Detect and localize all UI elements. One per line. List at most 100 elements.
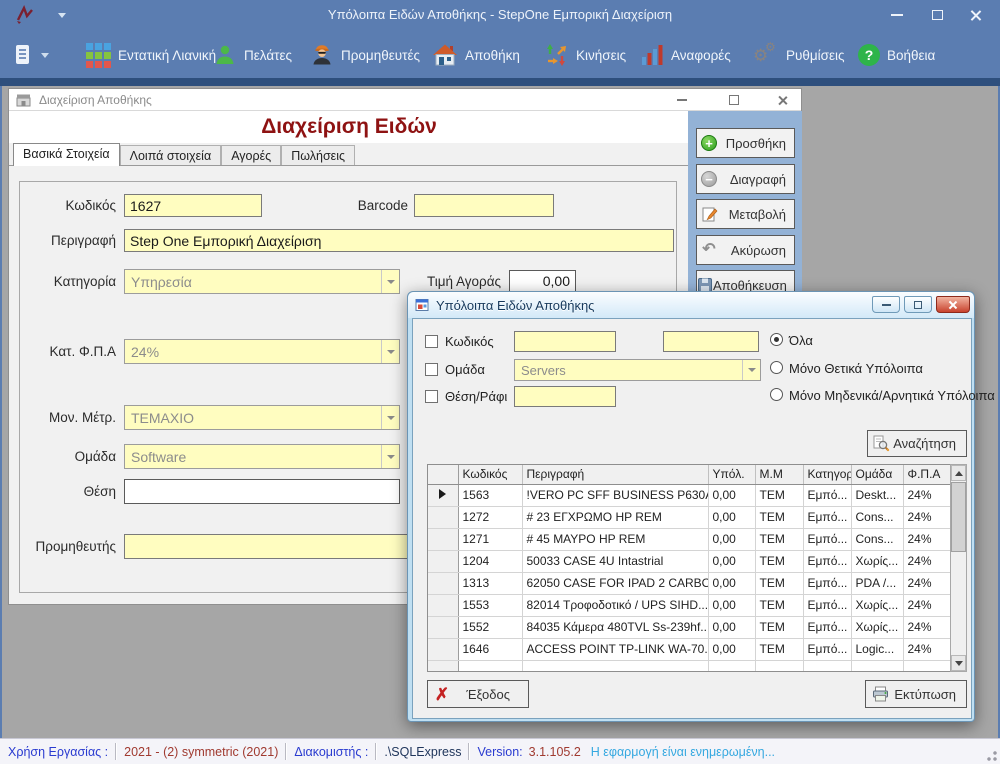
- toolbar-item-retail[interactable]: Εντατική Λιανική: [86, 38, 216, 72]
- maximize-button[interactable]: [920, 0, 954, 30]
- grid-cell[interactable]: 0,00: [708, 594, 755, 616]
- grid-cell[interactable]: Cons...: [851, 506, 903, 528]
- column-header[interactable]: Κωδικός: [458, 465, 522, 484]
- grid-cell[interactable]: 50033 CASE 4U Intastrial: [522, 550, 708, 572]
- grid-cell[interactable]: Εμπό...: [803, 506, 851, 528]
- minimize-button[interactable]: [880, 0, 914, 30]
- unit-dropdown[interactable]: ΤΕΜΑΧΙΟ: [124, 405, 400, 430]
- grid-cell[interactable]: 24%: [903, 572, 951, 594]
- grid-cell[interactable]: 1646: [458, 638, 522, 660]
- table-row[interactable]: 1646 ACCESS POINT TP-LINK WA-70... 0,00 …: [428, 638, 951, 660]
- table-row[interactable]: 1563 !VERO PC SFF BUSINESS P630A 0,00 ΤΕ…: [428, 484, 951, 506]
- group-filter-dropdown-button[interactable]: [742, 360, 760, 380]
- grid-cell[interactable]: ΤΕΜ: [755, 528, 803, 550]
- grid-cell[interactable]: ΤΕΜ: [755, 506, 803, 528]
- grid-cell[interactable]: 24%: [903, 506, 951, 528]
- grid-cell[interactable]: 0,00: [708, 484, 755, 506]
- scroll-down-button[interactable]: [951, 655, 966, 671]
- grid-cell[interactable]: 0,00: [708, 616, 755, 638]
- grid-cell[interactable]: Χωρίς...: [851, 616, 903, 638]
- add-button[interactable]: + Προσθήκη: [696, 128, 795, 158]
- grid-cell[interactable]: !VERO PC SFF BUSINESS P630A: [522, 484, 708, 506]
- cancel-button[interactable]: ↶ Ακύρωση: [696, 235, 795, 265]
- column-header[interactable]: Μ.Μ: [755, 465, 803, 484]
- group-dropdown-button[interactable]: [381, 445, 399, 468]
- toolbar-item-help[interactable]: ? Βοήθεια: [858, 38, 935, 72]
- grid-cell[interactable]: Εμπό...: [803, 594, 851, 616]
- shelf-filter-checkbox[interactable]: [425, 390, 438, 403]
- shelf-input[interactable]: [514, 386, 616, 407]
- radio-all[interactable]: [770, 333, 783, 346]
- grid-cell[interactable]: 62050 CASE FOR IPAD 2 CARBON: [522, 572, 708, 594]
- edit-button[interactable]: Μεταβολή: [696, 199, 795, 229]
- exit-button[interactable]: ✗ Έξοδος: [427, 680, 529, 708]
- grid-cell[interactable]: 0,00: [708, 528, 755, 550]
- grid-cell[interactable]: 82014 Τροφοδοτικό / UPS SIHD...: [522, 594, 708, 616]
- grid-cell[interactable]: 84035 Κάμερα 480TVL Ss-239hf...: [522, 616, 708, 638]
- tab-basic-info[interactable]: Βασικά Στοιχεία: [13, 143, 120, 166]
- grid-cell[interactable]: 0,00: [708, 638, 755, 660]
- toolbar-item-movements[interactable]: Κινήσεις: [545, 38, 626, 72]
- main-menu-button[interactable]: [14, 38, 49, 72]
- grid-cell[interactable]: Εμπό...: [803, 484, 851, 506]
- grid-cell[interactable]: PDA /...: [851, 572, 903, 594]
- group-filter-checkbox[interactable]: [425, 363, 438, 376]
- grid-cell[interactable]: 0,00: [708, 550, 755, 572]
- row-selector-cell[interactable]: [428, 550, 458, 572]
- location-input[interactable]: [124, 479, 400, 504]
- table-row[interactable]: 1552 84035 Κάμερα 480TVL Ss-239hf... 0,0…: [428, 616, 951, 638]
- group-dropdown[interactable]: Software: [124, 444, 400, 469]
- table-row[interactable]: 1553 82014 Τροφοδοτικό / UPS SIHD... 0,0…: [428, 594, 951, 616]
- toolbar-item-settings[interactable]: ⚙⚙ Ρυθμίσεις: [753, 38, 845, 72]
- grid-cell[interactable]: Εμπό...: [803, 528, 851, 550]
- column-header[interactable]: Περιγραφή: [522, 465, 708, 484]
- radio-positive-only[interactable]: [770, 361, 783, 374]
- barcode-input[interactable]: [414, 194, 554, 217]
- grid-cell[interactable]: ΤΕΜ: [755, 572, 803, 594]
- column-header[interactable]: Κατηγορ: [803, 465, 851, 484]
- group-filter-dropdown[interactable]: Servers: [514, 359, 761, 381]
- column-header[interactable]: Υπόλ.: [708, 465, 755, 484]
- grid-cell[interactable]: 1553: [458, 594, 522, 616]
- code-to-input[interactable]: [663, 331, 759, 352]
- toolbar-item-warehouse[interactable]: Αποθήκη: [432, 38, 520, 72]
- category-dropdown[interactable]: Υπηρεσία: [124, 269, 400, 294]
- column-header[interactable]: Ομάδα: [851, 465, 903, 484]
- table-row[interactable]: 1271 # 45 ΜΑΥΡΟ HP REM 0,00 ΤΕΜ Εμπό... …: [428, 528, 951, 550]
- row-selector-cell[interactable]: [428, 528, 458, 550]
- tab-purchases[interactable]: Αγορές: [221, 145, 281, 165]
- grid-cell[interactable]: Cons...: [851, 528, 903, 550]
- grid-cell[interactable]: 24%: [903, 550, 951, 572]
- print-button[interactable]: Εκτύπωση: [865, 680, 967, 708]
- dialog-maximize-button[interactable]: [904, 296, 932, 313]
- column-header[interactable]: Φ.Π.Α: [903, 465, 951, 484]
- vat-dropdown-button[interactable]: [381, 340, 399, 363]
- scrollbar-thumb[interactable]: [951, 482, 966, 552]
- unit-dropdown-button[interactable]: [381, 406, 399, 429]
- table-row[interactable]: 1272 # 23 ΕΓΧΡΩΜΟ HP REM 0,00 ΤΕΜ Εμπό..…: [428, 506, 951, 528]
- toolbar-item-customers[interactable]: Πελάτες: [213, 38, 292, 72]
- grid-cell[interactable]: 1313: [458, 572, 522, 594]
- inner-close-button[interactable]: [769, 92, 795, 108]
- grid-cell[interactable]: 24%: [903, 616, 951, 638]
- toolbar-item-suppliers[interactable]: Προμηθευτές: [310, 38, 420, 72]
- grid-vertical-scrollbar[interactable]: [950, 464, 967, 672]
- grid-cell[interactable]: 1563: [458, 484, 522, 506]
- resize-grip[interactable]: [987, 751, 997, 761]
- row-selector-cell[interactable]: [428, 572, 458, 594]
- grid-cell[interactable]: 1552: [458, 616, 522, 638]
- grid-cell[interactable]: # 23 ΕΓΧΡΩΜΟ HP REM: [522, 506, 708, 528]
- grid-cell[interactable]: 24%: [903, 638, 951, 660]
- radio-zero-negative[interactable]: [770, 388, 783, 401]
- scroll-up-button[interactable]: [951, 465, 966, 481]
- purchase-price-input[interactable]: [509, 270, 576, 292]
- grid-cell[interactable]: 24%: [903, 528, 951, 550]
- table-row[interactable]: 1313 62050 CASE FOR IPAD 2 CARBON 0,00 Τ…: [428, 572, 951, 594]
- tab-sales[interactable]: Πωλήσεις: [281, 145, 355, 165]
- grid-cell[interactable]: # 45 ΜΑΥΡΟ HP REM: [522, 528, 708, 550]
- row-selector-cell[interactable]: [428, 594, 458, 616]
- tab-other-info[interactable]: Λοιπά στοιχεία: [120, 145, 222, 165]
- grid-cell[interactable]: ΤΕΜ: [755, 616, 803, 638]
- code-filter-checkbox[interactable]: [425, 335, 438, 348]
- grid-cell[interactable]: ΤΕΜ: [755, 550, 803, 572]
